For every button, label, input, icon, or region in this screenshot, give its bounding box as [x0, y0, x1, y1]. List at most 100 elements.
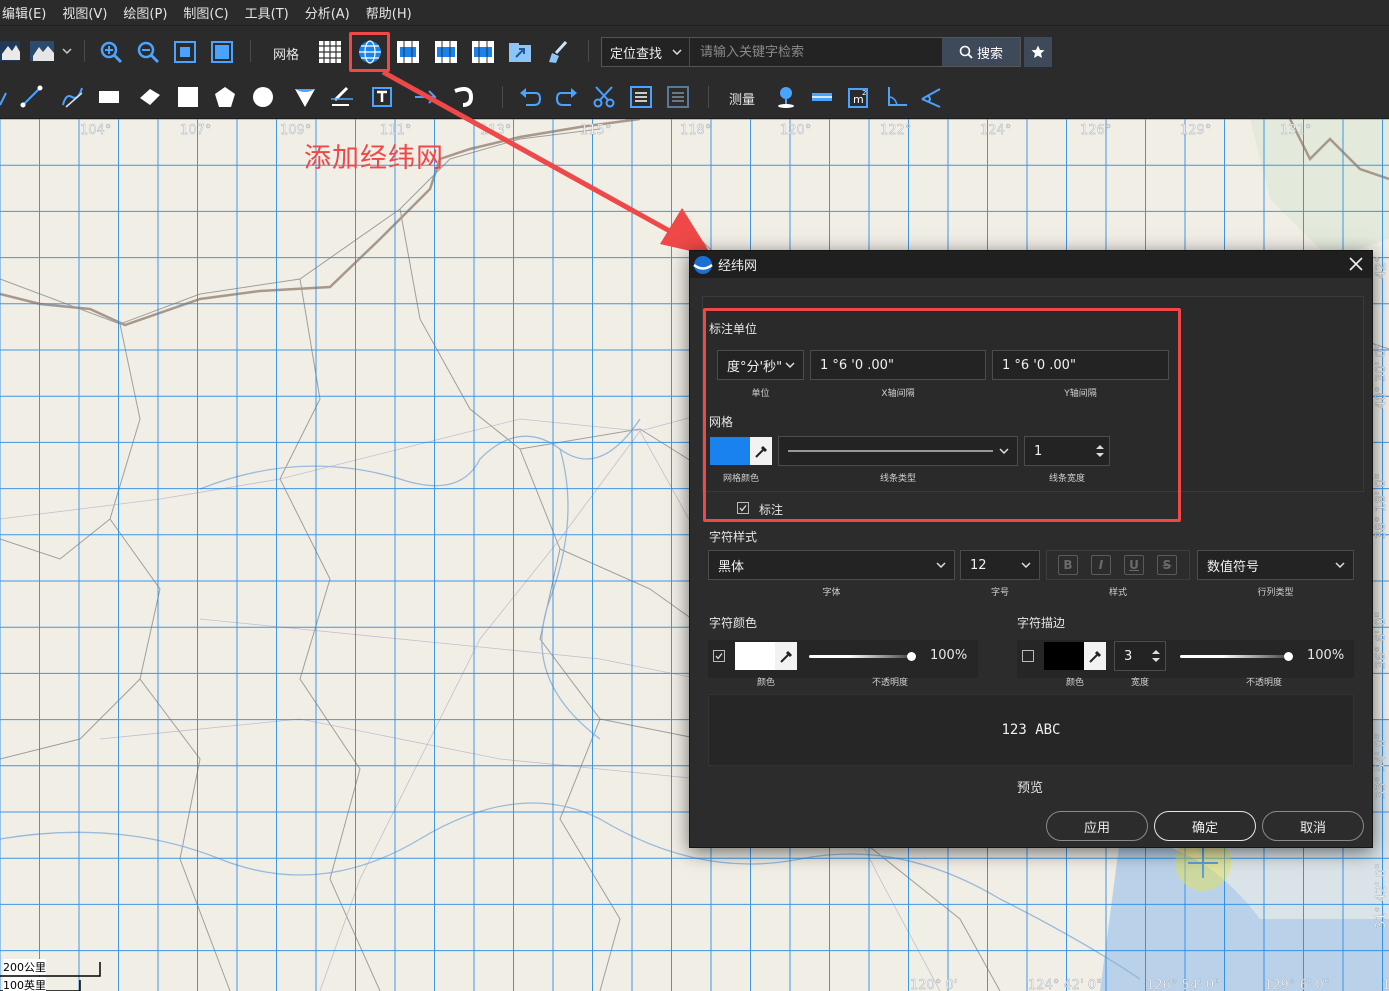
rectangle-tool-icon[interactable]: [97, 85, 123, 109]
cancel-button[interactable]: 取消: [1262, 811, 1364, 841]
scale-mi-label: 100英里: [3, 977, 46, 991]
graticule-globe-icon: [693, 255, 713, 274]
measure-area-icon[interactable]: m2: [847, 85, 871, 109]
search-button-label: 搜索: [976, 46, 1003, 62]
toolbar-separator: [588, 40, 589, 62]
polyline-tool-icon[interactable]: [138, 85, 164, 109]
square-tool-icon[interactable]: [176, 85, 200, 109]
style-caption: 样式: [1108, 588, 1127, 598]
measure-distance-icon[interactable]: [810, 85, 834, 109]
point-tool-icon[interactable]: [0, 85, 8, 109]
char-color-checkbox[interactable]: [713, 650, 725, 662]
stroke-opacity-caption: 不透明度: [1245, 678, 1282, 688]
menu-draw[interactable]: 绘图(P): [123, 3, 167, 22]
char-color-picker[interactable]: [775, 642, 797, 670]
stroke-color-swatch[interactable]: [1044, 642, 1084, 670]
eyedropper-icon: [1089, 650, 1102, 663]
strikethrough-button[interactable]: S: [1157, 555, 1177, 575]
export-icon[interactable]: [508, 40, 532, 64]
close-icon: [1349, 257, 1363, 271]
char-opacity-value: 100%: [930, 648, 968, 663]
font-dropdown[interactable]: 黑体: [708, 550, 955, 580]
top-tick-label: 104°: [80, 123, 111, 138]
circle-tool-icon[interactable]: [251, 85, 275, 109]
sector-tool-icon[interactable]: [293, 85, 317, 109]
text-tool-icon[interactable]: [329, 85, 355, 109]
stroke-opacity-slider[interactable]: [1180, 655, 1287, 658]
favorite-button[interactable]: [1024, 37, 1052, 67]
stroke-width-spinner[interactable]: 3: [1114, 641, 1166, 671]
pentagon-tool-icon[interactable]: [213, 85, 237, 109]
measure-azimuth-icon[interactable]: [920, 85, 944, 109]
curved-arrow-tool-icon[interactable]: [453, 85, 481, 109]
menu-analysis[interactable]: 分析(A): [305, 3, 350, 22]
char-opacity-knob[interactable]: [907, 652, 916, 661]
attribute-table-icon[interactable]: [629, 85, 653, 109]
clear-brush-icon[interactable]: [546, 40, 570, 64]
measure-point-icon[interactable]: [774, 85, 798, 109]
menu-cartography[interactable]: 制图(C): [183, 3, 228, 22]
stroke-width-caption: 宽度: [1130, 678, 1149, 688]
svg-text:2: 2: [862, 89, 866, 97]
right-tick-label: 36° 6' 0": [1374, 612, 1389, 669]
label-tool-icon[interactable]: [372, 85, 398, 109]
cut-icon[interactable]: [592, 85, 616, 109]
basemap-switch-icon[interactable]: [30, 40, 74, 62]
measure-angle-icon[interactable]: [885, 85, 909, 109]
bottom-tick-label: 129° 6' 0": [1264, 978, 1330, 991]
search-button[interactable]: 搜索: [942, 38, 1020, 66]
zoom-in-icon[interactable]: [99, 40, 123, 64]
apply-button[interactable]: 应用: [1046, 811, 1148, 841]
dialog-title-bar[interactable]: 经纬网: [690, 251, 1372, 278]
km-grid-icon[interactable]: [396, 40, 420, 64]
arrow-tool-icon[interactable]: [413, 85, 441, 109]
graticule-highlight-box: [349, 32, 390, 72]
eyedropper-icon: [780, 650, 793, 663]
stroke-opacity-knob[interactable]: [1284, 652, 1293, 661]
font-size-dropdown[interactable]: 12: [960, 550, 1040, 580]
locate-search-bar: 定位查找 搜索: [601, 37, 1021, 67]
italic-button[interactable]: I: [1091, 555, 1111, 575]
fit-view-icon[interactable]: [210, 40, 234, 64]
full-extent-icon[interactable]: [173, 40, 197, 64]
list-icon[interactable]: [666, 85, 690, 109]
spin-arrows-icon: [1152, 650, 1160, 662]
bold-button[interactable]: B: [1058, 555, 1078, 575]
char-color-label: 字符颜色: [709, 616, 758, 630]
menu-edit[interactable]: 编辑(E): [2, 3, 46, 22]
grid-icon[interactable]: [318, 40, 342, 64]
char-opacity-slider[interactable]: [809, 655, 909, 658]
stroke-color-picker[interactable]: [1084, 642, 1106, 670]
underline-button[interactable]: U: [1124, 555, 1144, 575]
right-tick-label: 33° 54' 0": [1374, 733, 1389, 799]
char-color-swatch[interactable]: [735, 642, 775, 670]
font-size-caption: 字号: [990, 588, 1009, 598]
mgrs-grid-icon[interactable]: [471, 40, 495, 64]
font-caption: 字体: [822, 588, 841, 598]
menu-view[interactable]: 视图(V): [62, 3, 107, 22]
main-toolbar: 网格 定位查找 搜索: [0, 27, 1389, 75]
ok-button[interactable]: 确定: [1154, 811, 1256, 841]
stroke-checkbox[interactable]: [1022, 650, 1034, 662]
measure-label: 测量: [729, 93, 756, 108]
menu-help[interactable]: 帮助(H): [366, 3, 412, 22]
search-input[interactable]: [690, 38, 942, 66]
arrange-type-dropdown[interactable]: 数值符号: [1197, 550, 1354, 580]
close-button[interactable]: [1346, 254, 1366, 274]
char-opacity-caption: 不透明度: [871, 678, 908, 688]
menu-tools[interactable]: 工具(T): [245, 3, 289, 22]
undo-icon[interactable]: [518, 85, 542, 109]
mapsheet-grid-icon[interactable]: [434, 40, 458, 64]
curve-tool-icon[interactable]: [60, 85, 86, 109]
basemap-icon[interactable]: [0, 40, 20, 62]
toolbar-separator: [250, 40, 251, 62]
line-tool-icon[interactable]: [20, 85, 46, 109]
top-tick-label: 129°: [1180, 123, 1211, 138]
zoom-out-icon[interactable]: [136, 40, 160, 64]
char-color-caption: 颜色: [756, 678, 775, 688]
redo-icon[interactable]: [555, 85, 579, 109]
bottom-tick-label: 120° 0': [910, 978, 957, 991]
locate-mode-dropdown[interactable]: 定位查找: [602, 38, 690, 66]
annotation-text: 添加经纬网: [304, 143, 444, 174]
toolbar-separator: [84, 40, 85, 62]
